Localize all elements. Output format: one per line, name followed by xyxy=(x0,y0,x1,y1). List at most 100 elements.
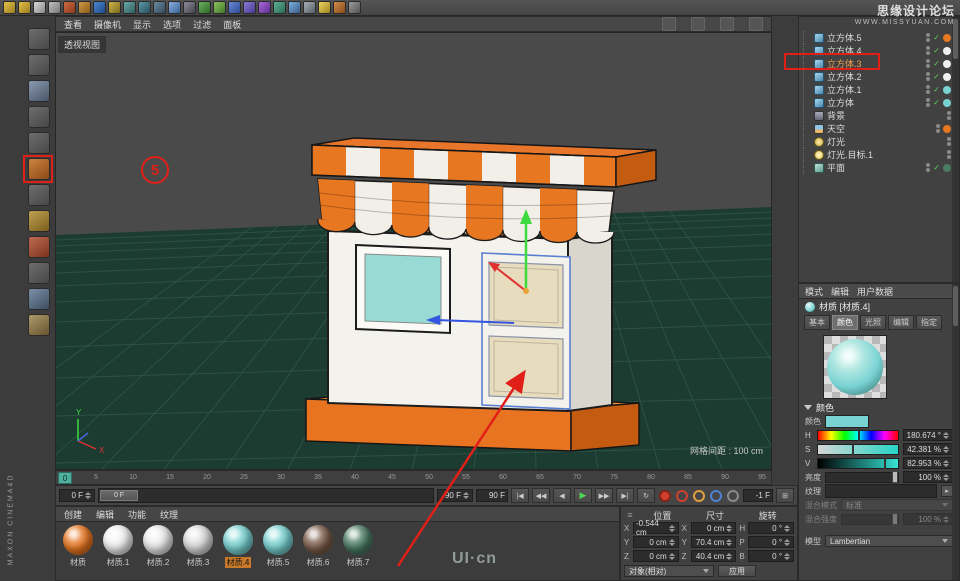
material-chip[interactable] xyxy=(943,99,951,107)
object-row[interactable]: 灯光 xyxy=(799,135,959,148)
menu-edit[interactable]: 编辑 xyxy=(831,285,849,298)
render-settings-icon[interactable] xyxy=(153,1,166,14)
visibility-dots[interactable] xyxy=(926,163,930,172)
next-key-button[interactable]: ▶▶ xyxy=(595,488,613,503)
visibility-dots[interactable] xyxy=(926,85,930,94)
tab-editor[interactable]: 编辑 xyxy=(888,315,914,330)
material-chip[interactable] xyxy=(943,164,951,172)
menu-edit[interactable]: 编辑 xyxy=(96,508,114,521)
object-row[interactable]: 立方体.2✓ xyxy=(799,70,959,83)
prev-key-button[interactable]: ◀◀ xyxy=(532,488,550,503)
material-swatch[interactable]: 材质.5 xyxy=(260,525,296,568)
timeline-slider[interactable]: 0 F xyxy=(98,488,434,503)
scale-icon[interactable] xyxy=(78,1,91,14)
position-z-field[interactable]: 0 cm xyxy=(633,550,679,562)
perspective-viewport[interactable]: Y X 透视视图 网格间距 : 100 cm xyxy=(55,32,772,470)
object-row-selected[interactable]: 立方体.3✓ xyxy=(799,57,959,70)
material-swatch[interactable]: 材质.2 xyxy=(140,525,176,568)
menu-options[interactable]: 选项 xyxy=(163,18,181,31)
rotation-p-field[interactable]: 0 ° xyxy=(748,536,794,548)
material-chip[interactable] xyxy=(943,60,951,68)
sky-icon[interactable] xyxy=(288,1,301,14)
value-slider[interactable] xyxy=(817,458,899,469)
size-z-field[interactable]: 40.4 cm xyxy=(691,550,737,562)
play-button[interactable]: ▶ xyxy=(574,488,592,503)
object-manager-scrollbar[interactable] xyxy=(952,17,959,282)
size-x-field[interactable]: 0 cm xyxy=(691,522,737,534)
menu-panel[interactable]: 面板 xyxy=(223,18,241,31)
object-row[interactable]: 立方体.1✓ xyxy=(799,83,959,96)
enable-check[interactable]: ✓ xyxy=(933,163,940,172)
visibility-dots[interactable] xyxy=(926,72,930,81)
timeline-options-button[interactable]: ⊞ xyxy=(776,488,794,503)
value-field[interactable]: 82.953 % xyxy=(903,457,953,469)
cube-primitive-icon[interactable] xyxy=(168,1,181,14)
position-x-field[interactable]: -0.544 cm xyxy=(633,522,679,534)
visibility-dots[interactable] xyxy=(947,137,951,146)
hue-field[interactable]: 180.674 ° xyxy=(903,429,953,441)
make-editable-icon[interactable] xyxy=(28,28,50,50)
edges-mode-icon[interactable] xyxy=(28,132,50,154)
material-swatch-selected[interactable]: 材质.4 xyxy=(220,525,256,568)
object-row[interactable]: 平面✓ xyxy=(799,161,959,174)
material-sphere[interactable] xyxy=(63,525,93,555)
coordinate-mode-dropdown[interactable]: 对象(相对) xyxy=(624,565,714,577)
timeline-ruler[interactable]: 0 5 10 15 20 25 30 35 40 45 50 55 60 65 … xyxy=(55,470,772,485)
end-frame-field-2[interactable]: 90 F xyxy=(476,489,508,502)
enable-check[interactable]: ✓ xyxy=(933,98,940,107)
rotate-icon[interactable] xyxy=(93,1,106,14)
cursor-icon[interactable] xyxy=(33,1,46,14)
timeline-slider-handle[interactable]: 0 F xyxy=(100,490,138,501)
menu-texture[interactable]: 纹理 xyxy=(160,508,178,521)
axis-mode-icon[interactable] xyxy=(28,210,50,232)
material-sphere[interactable] xyxy=(143,525,173,555)
menu-display[interactable]: 显示 xyxy=(133,18,151,31)
material-icon[interactable] xyxy=(333,1,346,14)
material-sphere[interactable] xyxy=(303,525,333,555)
mix-mode-dropdown[interactable]: 标准 xyxy=(841,499,953,511)
position-y-field[interactable]: 0 cm xyxy=(633,536,679,548)
material-preview[interactable] xyxy=(823,335,887,399)
tab-basic[interactable]: 基本 xyxy=(804,315,830,330)
visibility-dots[interactable] xyxy=(926,33,930,42)
material-swatch[interactable]: 材质.6 xyxy=(300,525,336,568)
menu-create[interactable]: 创建 xyxy=(64,508,82,521)
boole-icon[interactable] xyxy=(243,1,256,14)
floor-icon[interactable] xyxy=(273,1,286,14)
material-chip[interactable] xyxy=(943,47,951,55)
apply-button[interactable]: 应用 xyxy=(718,565,756,577)
material-chip[interactable] xyxy=(943,34,951,42)
timeline-playhead[interactable]: 0 xyxy=(58,472,72,484)
light-icon[interactable] xyxy=(318,1,331,14)
hue-slider[interactable] xyxy=(817,430,899,441)
rotation-b-field[interactable]: 0 ° xyxy=(748,550,794,562)
menu-userdata[interactable]: 用户数据 xyxy=(857,285,893,298)
shading-model-dropdown[interactable]: Lambertian xyxy=(825,535,953,547)
rotate-tool-icon[interactable] xyxy=(28,288,50,310)
record-position-button[interactable] xyxy=(693,490,705,502)
undo-icon[interactable] xyxy=(3,1,16,14)
enable-check[interactable]: ✓ xyxy=(933,59,940,68)
visibility-dots[interactable] xyxy=(926,46,930,55)
visibility-dots[interactable] xyxy=(926,98,930,107)
attribute-manager-scrollbar[interactable] xyxy=(952,284,959,580)
current-frame-field[interactable]: 0 F xyxy=(59,489,95,502)
render-picture-viewer-icon[interactable] xyxy=(138,1,151,14)
bend-deformer-icon[interactable] xyxy=(258,1,271,14)
object-row[interactable]: 立方体.5✓ xyxy=(799,31,959,44)
saturation-slider[interactable] xyxy=(817,444,899,455)
menu-function[interactable]: 功能 xyxy=(128,508,146,521)
menu-filter[interactable]: 过滤 xyxy=(193,18,211,31)
rotation-h-field[interactable]: 0 ° xyxy=(748,522,794,534)
material-sphere[interactable] xyxy=(183,525,213,555)
brightness-slider[interactable] xyxy=(825,472,899,483)
scale-tool-icon[interactable] xyxy=(28,262,50,284)
saturation-field[interactable]: 42.381 % xyxy=(903,443,953,455)
object-row[interactable]: 背景 xyxy=(799,109,959,122)
material-swatch[interactable]: 材质 xyxy=(60,525,96,568)
frame-offset-field[interactable]: -1 F xyxy=(743,489,773,502)
menu-mode[interactable]: 模式 xyxy=(805,285,823,298)
points-mode-icon[interactable] xyxy=(28,106,50,128)
subdivision-surface-icon[interactable] xyxy=(198,1,211,14)
material-swatch[interactable]: 材质.3 xyxy=(180,525,216,568)
